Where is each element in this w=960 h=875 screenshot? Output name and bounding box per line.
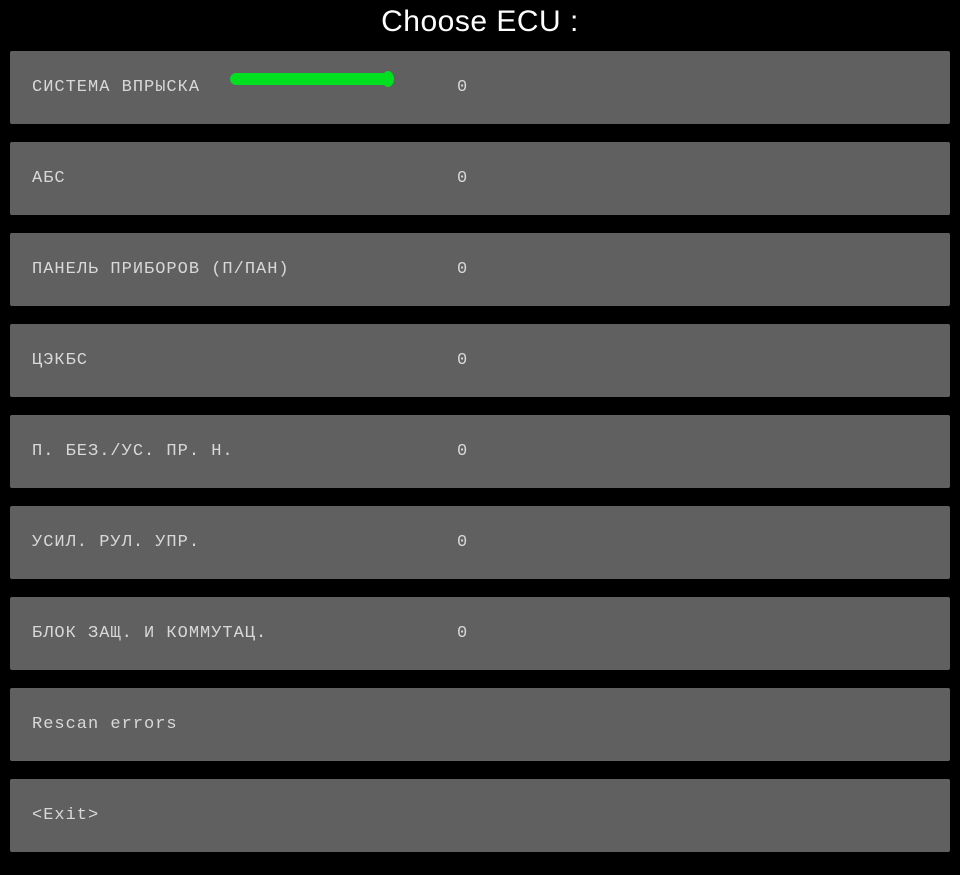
ecu-value: 0 [457, 442, 468, 461]
ecu-value: 0 [457, 624, 468, 643]
ecu-row-protection-switching[interactable]: БЛОК ЗАЩ. И КОММУТАЦ. 0 [10, 597, 950, 670]
ecu-row-instrument-panel[interactable]: ПАНЕЛЬ ПРИБОРОВ (П/ПАН) 0 [10, 233, 950, 306]
ecu-label: СИСТЕМА ВПРЫСКА [32, 78, 457, 97]
rescan-errors-button[interactable]: Rescan errors [10, 688, 950, 761]
ecu-label: УСИЛ. РУЛ. УПР. [32, 533, 457, 552]
ecu-label: ЦЭКБС [32, 351, 457, 370]
ecu-label: П. БЕЗ./УС. ПР. Н. [32, 442, 457, 461]
ecu-label: БЛОК ЗАЩ. И КОММУТАЦ. [32, 624, 457, 643]
ecu-row-power-steering[interactable]: УСИЛ. РУЛ. УПР. 0 [10, 506, 950, 579]
exit-button[interactable]: <Exit> [10, 779, 950, 852]
action-label: <Exit> [32, 806, 457, 825]
ecu-value: 0 [457, 78, 468, 97]
ecu-row-abs[interactable]: АБС 0 [10, 142, 950, 215]
ecu-value: 0 [457, 260, 468, 279]
page-title: Choose ECU : [381, 5, 579, 39]
ecu-value: 0 [457, 351, 468, 370]
ecu-row-cekbs[interactable]: ЦЭКБС 0 [10, 324, 950, 397]
action-label: Rescan errors [32, 715, 457, 734]
ecu-label: ПАНЕЛЬ ПРИБОРОВ (П/ПАН) [32, 260, 457, 279]
ecu-row-injection[interactable]: СИСТЕМА ВПРЫСКА 0 [10, 51, 950, 124]
ecu-value: 0 [457, 169, 468, 188]
ecu-row-airbag[interactable]: П. БЕЗ./УС. ПР. Н. 0 [10, 415, 950, 488]
ecu-label: АБС [32, 169, 457, 188]
ecu-list: СИСТЕМА ВПРЫСКА 0 АБС 0 ПАНЕЛЬ ПРИБОРОВ … [10, 51, 950, 852]
ecu-value: 0 [457, 533, 468, 552]
